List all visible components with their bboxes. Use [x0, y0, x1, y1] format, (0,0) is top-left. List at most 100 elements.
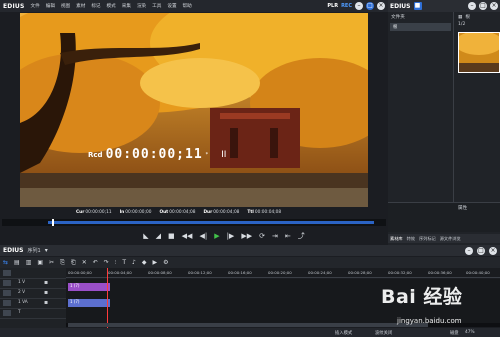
track-lock-icon[interactable]: ▪ — [44, 289, 48, 296]
autumn-tree-image — [20, 13, 368, 207]
render-icon[interactable]: ▶ — [152, 259, 157, 267]
ruler-tick: 00:00:40;00 — [466, 270, 490, 275]
menu-tools[interactable]: 工具 — [152, 3, 161, 9]
stop-icon[interactable]: ■ — [168, 232, 175, 240]
close-icon[interactable]: × — [377, 2, 385, 10]
ruler-tick: 00:00:08;00 — [148, 270, 172, 275]
split-icon[interactable]: ⫶ — [115, 259, 117, 267]
track-label: T — [18, 310, 21, 315]
undo-icon[interactable]: ↶ — [93, 259, 98, 267]
mode-toggle-icon[interactable]: ⇆ — [3, 259, 8, 267]
asset-folder-name: 根 — [465, 15, 470, 20]
star-indicator: * — [205, 151, 209, 158]
tab-effects[interactable]: 特效 — [407, 236, 415, 242]
timeline-scroll-thumb[interactable] — [68, 323, 428, 327]
fast-forward-icon[interactable]: ▶▶ — [241, 232, 252, 240]
folder-root[interactable]: 根 — [390, 23, 451, 31]
app-logo: EDIUS — [3, 2, 25, 10]
cut-icon[interactable]: ✂ — [49, 259, 54, 267]
track-lock-icon[interactable]: ▪ — [44, 279, 48, 286]
loop-icon[interactable]: ⟳ — [259, 232, 265, 240]
timeline-close-icon[interactable]: × — [489, 246, 497, 255]
timecode-value: 00:00:00;11 — [105, 147, 203, 162]
track-number — [3, 300, 11, 306]
bin-minimize-icon[interactable]: – — [468, 2, 476, 10]
rcd-label: Rcd — [88, 150, 103, 159]
ruler-tick: 00:00:24;00 — [308, 270, 332, 275]
menu-settings[interactable]: 设置 — [167, 3, 176, 9]
plr-label[interactable]: PLR — [327, 3, 338, 9]
save-icon[interactable]: ▣ — [37, 259, 43, 267]
scrub-handle[interactable] — [52, 219, 54, 226]
settings-icon[interactable]: ⚙ — [163, 259, 168, 267]
bin-icon[interactable]: ■ — [413, 2, 422, 10]
ruler-tick: 00:00:20;00 — [268, 270, 292, 275]
menu-mode[interactable]: 模式 — [107, 3, 116, 9]
export-icon[interactable]: ⤴ — [298, 232, 305, 240]
text-title-icon[interactable]: T — [122, 259, 126, 267]
menu-capture[interactable]: 采集 — [122, 3, 131, 9]
copy-icon[interactable]: ⎘ — [60, 259, 65, 267]
menu-marker[interactable]: 标记 — [91, 3, 100, 9]
delete-icon[interactable]: ✕ — [82, 259, 87, 267]
video-preview[interactable]: Rcd 00:00:00;11 * II — [20, 13, 368, 207]
tab-sequence-markers[interactable]: 序列标记 — [419, 236, 436, 242]
timeline-minimize-icon[interactable]: – — [465, 246, 473, 255]
video-clip[interactable]: 1 (7) — [68, 283, 110, 291]
set-in-icon[interactable]: ◣ — [143, 232, 148, 240]
menu-render[interactable]: 渲染 — [137, 3, 146, 9]
menu-clip[interactable]: 素材 — [76, 3, 85, 9]
redo-icon[interactable]: ↷ — [104, 259, 109, 267]
sequence-dropdown-icon[interactable]: ▾ — [45, 247, 48, 255]
step-back-icon[interactable]: ◀| — [199, 232, 207, 240]
track-header-row[interactable]: T — [0, 308, 66, 319]
rec-label[interactable]: REC — [341, 3, 352, 9]
track-label: 1 V — [18, 280, 26, 285]
menu-file[interactable]: 文件 — [31, 3, 40, 9]
track-label: 2 V — [18, 290, 26, 295]
bin-close-icon[interactable]: × — [490, 2, 498, 10]
timeline-maximize-icon[interactable]: □ — [477, 246, 485, 255]
audio-mixer-icon[interactable]: ♪ — [132, 259, 136, 267]
menubar: EDIUS 文件 编辑 视图 素材 标记 模式 采集 渲染 工具 设置 帮助 P… — [0, 0, 388, 12]
menu-edit[interactable]: 编辑 — [46, 3, 55, 9]
maximize-icon[interactable]: □ — [366, 2, 374, 10]
menu-help[interactable]: 帮助 — [183, 3, 192, 9]
ruler-tick: 00:00:12;00 — [188, 270, 212, 275]
watermark-url: jingyan.baidu.com — [397, 317, 462, 325]
minimize-icon[interactable]: – — [355, 2, 363, 10]
timeline-ruler[interactable]: 00:00:00;00 00:00:04;00 00:00:08;00 00:0… — [66, 268, 500, 278]
video-audio-clip[interactable]: 1 (7) — [68, 299, 110, 307]
overwrite-to-timeline-icon[interactable]: ⇤ — [285, 232, 291, 240]
tab-source-browser[interactable]: 源文件浏览 — [440, 236, 461, 242]
sequence-name: 序列1 — [27, 248, 41, 254]
track-number — [3, 280, 11, 286]
track-lock-icon[interactable]: ▪ — [44, 299, 48, 306]
menu-view[interactable]: 视图 — [61, 3, 70, 9]
bin-maximize-icon[interactable]: □ — [479, 2, 487, 10]
clip-thumbnail[interactable] — [458, 32, 500, 73]
paste-icon[interactable]: ⎗ — [71, 259, 76, 267]
marker-icon[interactable]: ◆ — [142, 259, 147, 267]
ruler-tick: 00:00:16;00 — [228, 270, 252, 275]
new-sequence-icon[interactable]: ▥ — [26, 259, 32, 267]
timeline-playhead[interactable] — [107, 268, 108, 328]
tab-asset-bin[interactable]: 素材库 — [390, 236, 403, 242]
bin-panel: EDIUS ■ – □ × 文件夹 根 ▦ 根 1/2 属性 素材库 特效 序列… — [388, 0, 500, 245]
rewind-icon[interactable]: ◀◀ — [182, 232, 193, 240]
step-forward-icon[interactable]: |▶ — [227, 232, 235, 240]
play-icon[interactable]: ▶ — [214, 232, 219, 240]
track-headers: 1 V ▪ 2 V ▪ 1 VA ▪ T — [0, 268, 66, 328]
open-sequence-icon[interactable]: ▤ — [14, 259, 20, 267]
baidu-watermark: Bai 经验 jingyan.baidu.com — [375, 280, 500, 335]
insert-to-timeline-icon[interactable]: ⇥ — [272, 232, 278, 240]
track-label: 1 VA — [18, 300, 28, 305]
timeline-app-logo: EDIUS — [3, 247, 24, 254]
tc-out: Out00:00:04;08 — [159, 210, 196, 215]
tc-in: In00:00:00;00 — [119, 210, 152, 215]
scrub-track[interactable] — [48, 221, 374, 224]
ruler-tick: 00:00:04;00 — [108, 270, 132, 275]
track-number — [3, 290, 11, 296]
set-out-icon[interactable]: ◢ — [156, 232, 161, 240]
player-scrub-bar[interactable] — [2, 219, 386, 226]
